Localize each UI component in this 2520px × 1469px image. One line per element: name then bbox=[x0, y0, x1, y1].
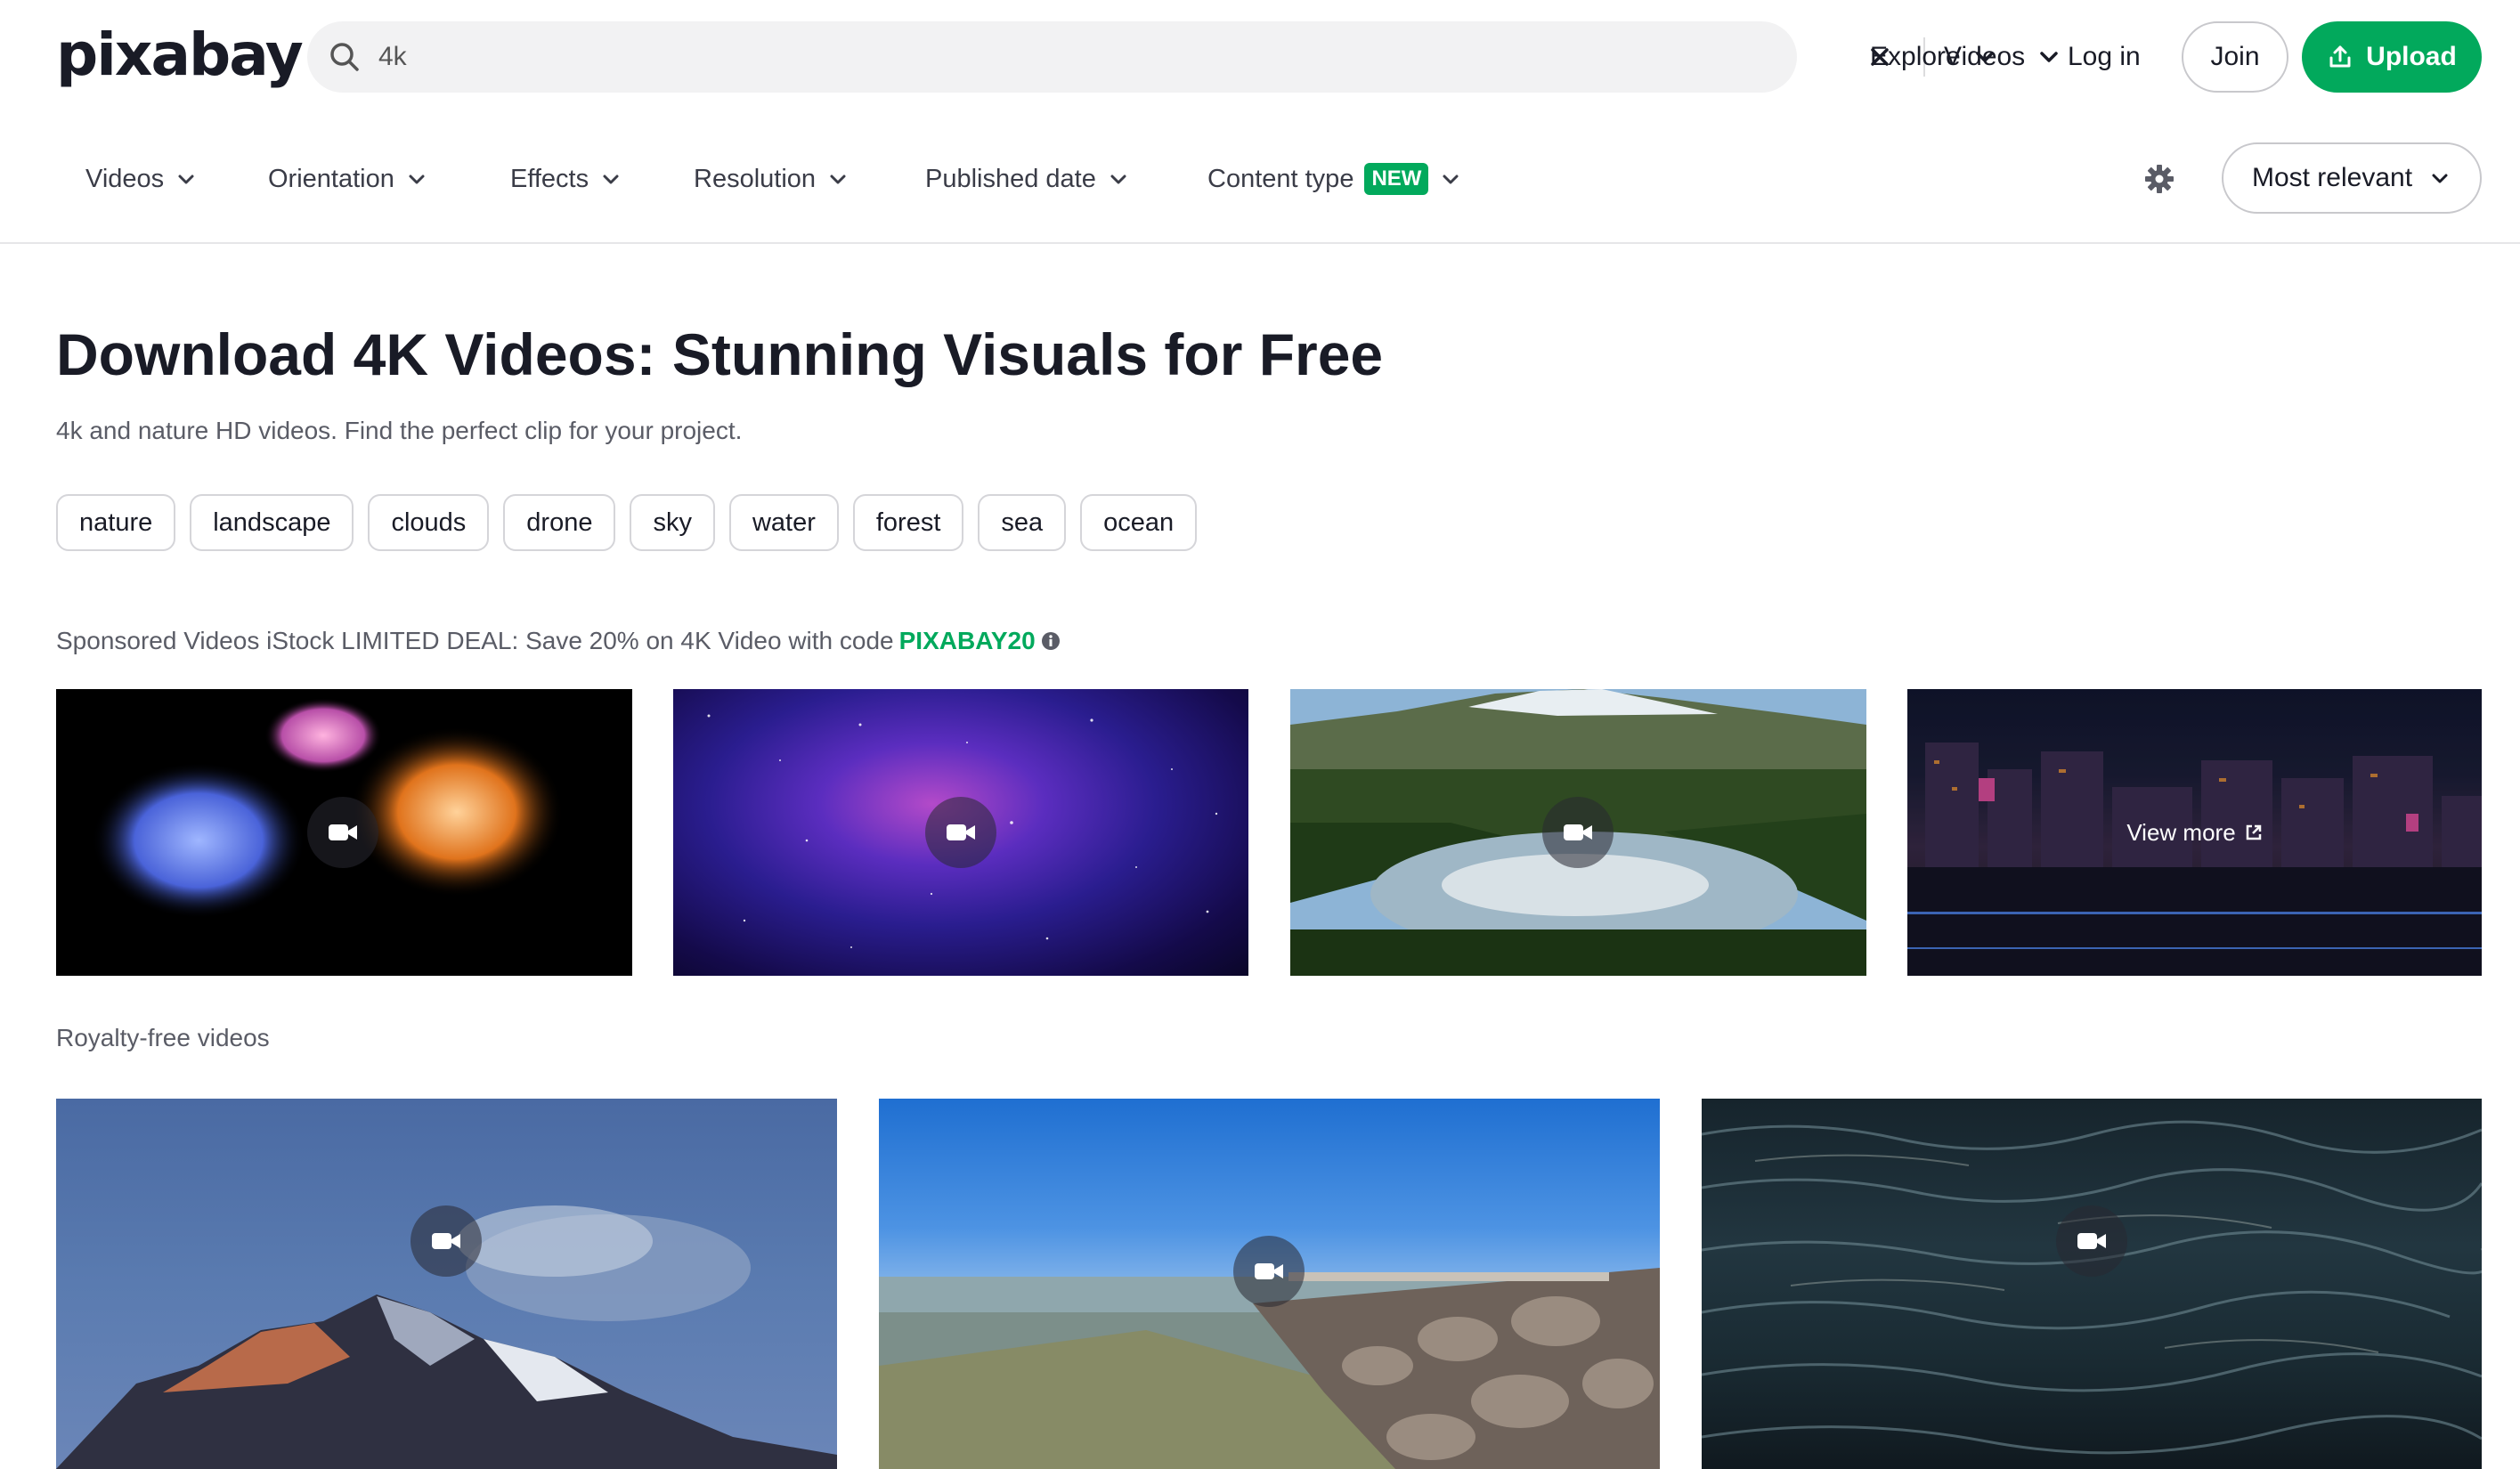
filter-resolution[interactable]: Resolution bbox=[694, 157, 849, 201]
search-icon[interactable] bbox=[327, 39, 362, 75]
filter-orientation[interactable]: Orientation bbox=[268, 157, 428, 201]
related-tags: nature landscape clouds drone sky water … bbox=[56, 494, 1198, 551]
chevron-down-icon bbox=[1975, 52, 1994, 62]
upload-icon bbox=[2329, 45, 2351, 68]
video-thumbnail[interactable] bbox=[56, 1099, 837, 1469]
ocean-waves-art bbox=[1702, 1120, 2482, 1455]
upload-button[interactable]: Upload bbox=[2302, 21, 2482, 93]
tag-chip[interactable]: sky bbox=[630, 494, 715, 551]
chevron-down-icon bbox=[2432, 174, 2448, 183]
filter-label: Published date bbox=[925, 164, 1096, 193]
video-badge bbox=[411, 1205, 482, 1277]
filter-published-date[interactable]: Published date bbox=[925, 157, 1130, 201]
new-badge: NEW bbox=[1364, 163, 1429, 195]
video-camera-icon bbox=[432, 1233, 460, 1249]
promo-code: PIXABAY20 bbox=[898, 627, 1036, 654]
tag-chip[interactable]: nature bbox=[56, 494, 176, 551]
filter-label: Orientation bbox=[268, 164, 394, 193]
explore-menu[interactable]: Explore bbox=[1870, 21, 1996, 93]
gear-icon[interactable] bbox=[2143, 163, 2175, 195]
chevron-down-icon bbox=[2040, 52, 2058, 62]
filter-label: Content type bbox=[1207, 164, 1354, 193]
external-link-icon bbox=[2246, 824, 2261, 840]
sponsored-video-thumbnail[interactable] bbox=[56, 689, 632, 976]
section-heading: Royalty-free videos bbox=[56, 1024, 270, 1051]
search-bar: Videos bbox=[307, 21, 2058, 93]
top-bar: pixabay Videos Explore bbox=[0, 0, 2520, 116]
video-camera-icon bbox=[1564, 824, 1592, 840]
video-badge bbox=[2056, 1205, 2127, 1277]
video-camera-icon bbox=[329, 824, 357, 840]
filter-label: Videos bbox=[85, 164, 165, 193]
page-title: Download 4K Videos: Stunning Visuals for… bbox=[56, 321, 1384, 387]
chevron-down-icon bbox=[1110, 174, 1126, 184]
sort-label: Most relevant bbox=[2251, 163, 2413, 192]
upload-label: Upload bbox=[2366, 42, 2457, 71]
login-label: Log in bbox=[2068, 42, 2141, 71]
tag-chip[interactable]: sea bbox=[978, 494, 1067, 551]
video-badge bbox=[307, 797, 378, 868]
explore-label: Explore bbox=[1870, 42, 1961, 71]
video-camera-icon bbox=[1255, 1263, 1283, 1279]
sort-select[interactable]: Most relevant bbox=[2222, 142, 2482, 214]
filter-label: Resolution bbox=[694, 164, 817, 193]
video-camera-icon bbox=[947, 824, 975, 840]
filter-label: Effects bbox=[510, 164, 589, 193]
mountain-art bbox=[56, 1205, 837, 1469]
page: pixabay Videos Explore bbox=[0, 0, 2520, 1469]
search-input[interactable] bbox=[378, 30, 1803, 84]
sponsored-banner: Sponsored Videos iStock LIMITED DEAL: Sa… bbox=[56, 627, 1061, 655]
info-icon[interactable] bbox=[1041, 631, 1061, 651]
sponsored-video-thumbnail[interactable] bbox=[1290, 689, 1866, 976]
tag-chip[interactable]: forest bbox=[852, 494, 964, 551]
tag-chip[interactable]: water bbox=[728, 494, 839, 551]
join-label: Join bbox=[2210, 42, 2260, 71]
filter-videos[interactable]: Videos bbox=[85, 157, 198, 201]
page-subtitle: 4k and nature HD videos. Find the perfec… bbox=[56, 417, 743, 444]
chevron-down-icon bbox=[1443, 174, 1459, 184]
view-more-link[interactable]: View more bbox=[1907, 689, 2482, 976]
sponsored-video-thumbnail[interactable] bbox=[673, 689, 1248, 976]
view-more-label: View more bbox=[2126, 818, 2236, 846]
filter-content-type[interactable]: Content type NEW bbox=[1207, 157, 1462, 201]
chevron-down-icon bbox=[178, 174, 194, 184]
pixabay-logo[interactable]: pixabay bbox=[56, 20, 304, 91]
login-link[interactable]: Log in bbox=[2068, 21, 2141, 93]
chevron-down-icon bbox=[603, 174, 619, 184]
tag-chip[interactable]: ocean bbox=[1080, 494, 1198, 551]
filter-effects[interactable]: Effects bbox=[510, 157, 622, 201]
tag-chip[interactable]: clouds bbox=[368, 494, 490, 551]
video-badge bbox=[1233, 1236, 1305, 1307]
video-badge bbox=[1542, 797, 1614, 868]
join-button[interactable]: Join bbox=[2182, 21, 2288, 93]
video-badge bbox=[925, 797, 996, 868]
video-thumbnail[interactable] bbox=[1702, 1099, 2482, 1469]
sponsored-text: Sponsored Videos iStock LIMITED DEAL: Sa… bbox=[56, 627, 894, 654]
chevron-down-icon bbox=[830, 174, 846, 184]
video-camera-icon bbox=[2077, 1233, 2106, 1249]
tag-chip[interactable]: drone bbox=[503, 494, 616, 551]
view-more-thumbnail[interactable]: View more bbox=[1907, 689, 2482, 976]
filter-bar: Videos Orientation Effects Resolution Pu… bbox=[0, 116, 2520, 244]
video-thumbnail[interactable] bbox=[879, 1099, 1660, 1469]
tag-chip[interactable]: landscape bbox=[190, 494, 354, 551]
chevron-down-icon bbox=[409, 174, 425, 184]
